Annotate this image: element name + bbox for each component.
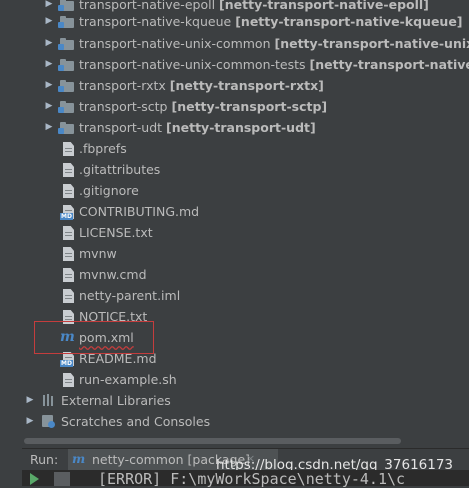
file-label: .fbprefs (79, 141, 127, 156)
tree-item-label: Scratches and Consoles (61, 414, 211, 429)
module-name: [netty-transport-native-unix-c (309, 57, 469, 72)
file-label: CONTRIBUTING.md (79, 204, 200, 219)
file-label: mvnw (79, 246, 117, 261)
scratches-icon (42, 415, 56, 429)
expand-arrow-icon[interactable]: ▶ (44, 11, 54, 32)
expand-arrow-icon[interactable]: ▶ (44, 117, 54, 138)
tree-item-label: External Libraries (61, 393, 171, 408)
expand-arrow-icon[interactable]: ▶ (44, 75, 54, 96)
markdown-file-icon: MD (60, 352, 74, 367)
project-tree: ▶ transport-native-epoll [netty-transpor… (22, 0, 469, 440)
file-label: netty-parent.iml (79, 288, 181, 303)
module-name: [netty-transport-udt] (166, 120, 316, 135)
expand-arrow-icon[interactable]: ▶ (44, 96, 54, 117)
file-label: .gitattributes (79, 162, 161, 177)
markdown-file-icon: MD (60, 205, 74, 220)
module-folder-icon (58, 59, 74, 71)
module-folder-icon (58, 101, 74, 113)
module-folder-icon (58, 80, 74, 92)
expand-arrow-icon[interactable]: ▶ (25, 411, 35, 432)
module-folder-icon (58, 122, 74, 134)
file-label: LICENSE.txt (79, 225, 153, 240)
tree-item-label: transport-rxtx (79, 78, 166, 93)
tree-item-label: transport-sctp (79, 99, 168, 114)
run-icon[interactable] (30, 473, 39, 485)
file-icon (63, 184, 74, 198)
expand-arrow-icon[interactable]: ▶ (44, 54, 54, 75)
file-icon (63, 142, 74, 156)
highlight-box (34, 321, 154, 354)
file-icon (63, 268, 74, 282)
shell-file-icon (63, 373, 74, 387)
file-icon (63, 226, 74, 240)
tree-item-label: transport-native-kqueue (79, 14, 232, 29)
module-folder-icon (58, 0, 74, 11)
expand-arrow-icon[interactable]: ▶ (44, 33, 54, 54)
module-folder-icon (58, 38, 74, 50)
tree-item-label: transport-native-unix-common-tests (79, 57, 306, 72)
tree-item-label: transport-native-unix-common (79, 36, 271, 51)
run-label: Run: (30, 452, 59, 467)
module-name: [netty-transport-native-unix-comm (274, 36, 469, 51)
module-name: [netty-transport-sctp] (171, 99, 328, 114)
libraries-icon (42, 394, 56, 407)
scrollbar-thumb[interactable] (24, 438, 401, 444)
iml-file-icon (63, 289, 74, 303)
file-label: run-example.sh (79, 372, 177, 387)
file-label: mvnw.cmd (79, 267, 147, 282)
rerun-icon[interactable] (54, 472, 70, 486)
left-gutter (0, 0, 22, 444)
expand-arrow-icon[interactable]: ▶ (25, 390, 35, 411)
module-folder-icon (58, 16, 74, 28)
file-icon (63, 163, 74, 177)
console-output: [ERROR] F:\myWorkSpace\netty-4.1\c (98, 470, 406, 488)
module-name: [netty-transport-native-kqueue] (235, 14, 463, 29)
file-icon (63, 247, 74, 261)
file-label: .gitignore (79, 183, 139, 198)
maven-icon: m (72, 451, 86, 466)
console: [ERROR] F:\myWorkSpace\netty-4.1\c (22, 470, 469, 488)
module-name: [netty-transport-rxtx] (169, 78, 324, 93)
tree-item-label: transport-udt (79, 120, 163, 135)
